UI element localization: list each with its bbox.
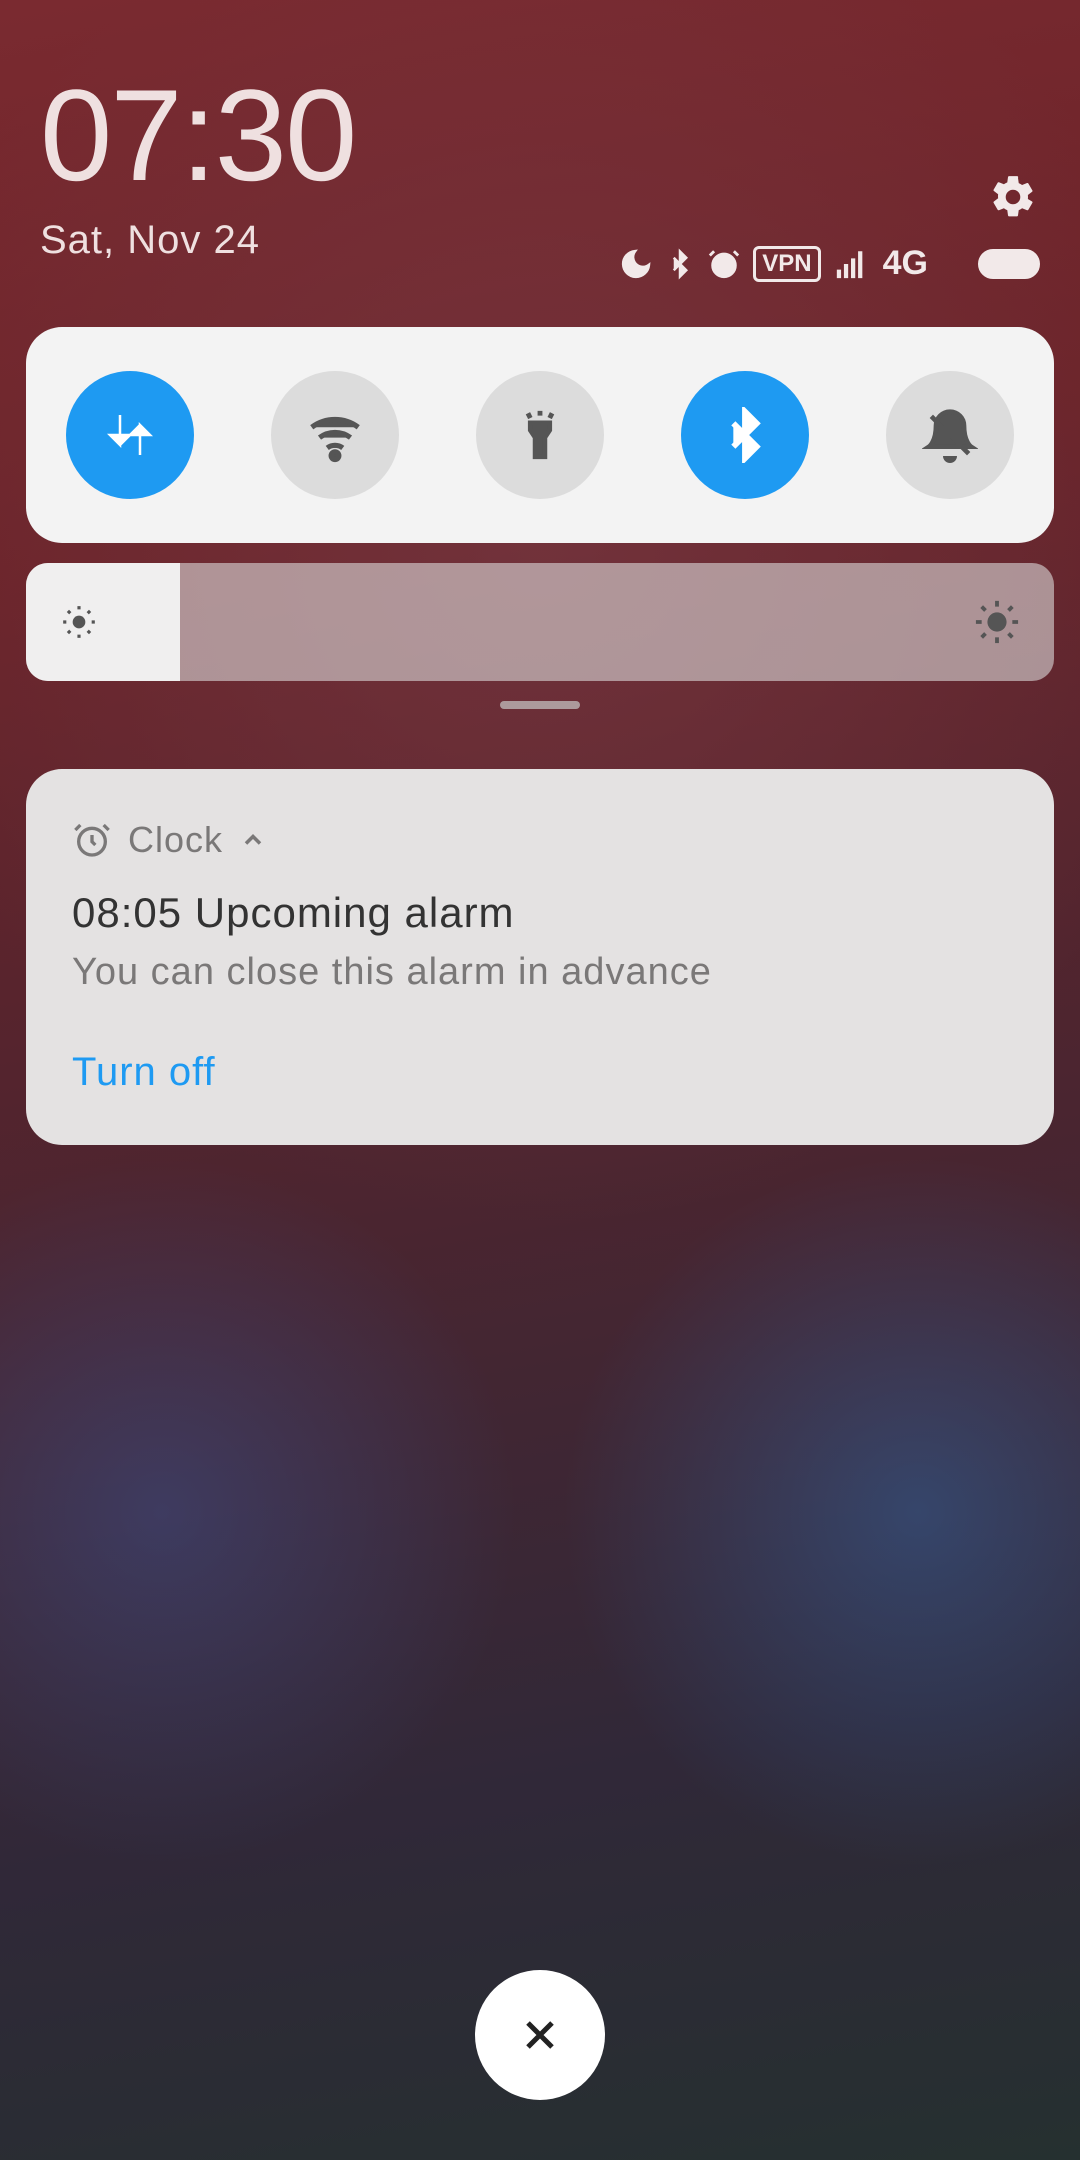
- brightness-high-icon: [974, 599, 1020, 645]
- status-bar: VPN 4G: [619, 244, 1040, 283]
- notification-app-name: Clock: [128, 819, 223, 861]
- bluetooth-status-icon: [665, 247, 695, 281]
- gear-icon: [988, 172, 1038, 222]
- close-icon: [516, 2011, 564, 2059]
- toggle-bluetooth[interactable]: [681, 371, 809, 499]
- toggle-flashlight[interactable]: [476, 371, 604, 499]
- clock-icon: [72, 820, 112, 860]
- toggle-mobile-data[interactable]: [66, 371, 194, 499]
- battery-icon: [978, 249, 1040, 279]
- panel-drag-handle[interactable]: [500, 701, 580, 709]
- brightness-fill: [26, 563, 180, 681]
- data-arrows-status-icon: [940, 249, 962, 279]
- chevron-up-icon: [239, 826, 267, 854]
- notification-header[interactable]: Clock: [72, 819, 1008, 861]
- quick-settings-panel: [26, 327, 1054, 543]
- vpn-badge: VPN: [753, 246, 820, 282]
- data-arrows-icon: [100, 405, 160, 465]
- notification-card[interactable]: Clock 08:05 Upcoming alarm You can close…: [26, 769, 1054, 1145]
- header: 07:30 Sat, Nov 24 VPN 4G: [0, 0, 1080, 263]
- clear-all-button[interactable]: [475, 1970, 605, 2100]
- signal-icon: [833, 247, 869, 281]
- moon-icon: [619, 247, 653, 281]
- notification-body: You can close this alarm in advance: [72, 951, 1008, 994]
- notification-action-turnoff[interactable]: Turn off: [72, 1050, 1008, 1095]
- bell-off-icon: [922, 407, 978, 463]
- clock-time: 07:30: [40, 70, 1040, 200]
- toggle-wifi[interactable]: [271, 371, 399, 499]
- settings-button[interactable]: [986, 170, 1040, 224]
- flashlight-icon: [511, 406, 569, 464]
- brightness-low-icon: [60, 603, 98, 641]
- brightness-slider[interactable]: [26, 563, 1054, 681]
- network-label: 4G: [883, 244, 928, 283]
- notification-title: 08:05 Upcoming alarm: [72, 889, 1008, 937]
- wifi-icon: [304, 404, 366, 466]
- alarm-status-icon: [707, 247, 741, 281]
- bluetooth-icon: [717, 407, 773, 463]
- toggle-dnd[interactable]: [886, 371, 1014, 499]
